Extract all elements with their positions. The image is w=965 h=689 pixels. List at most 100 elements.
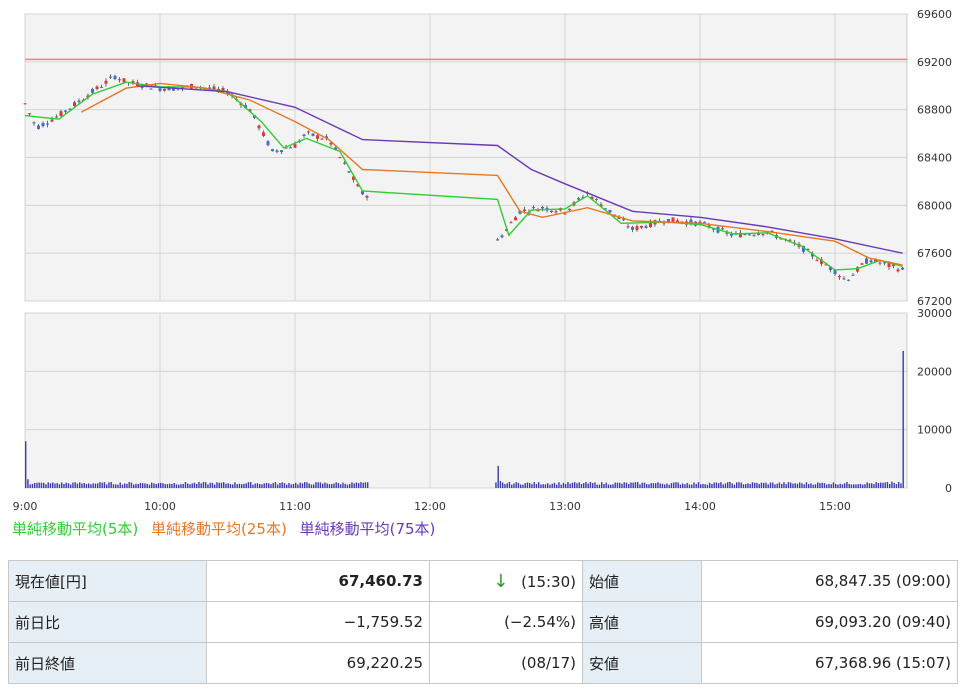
volume-bar	[803, 484, 805, 488]
volume-bar	[844, 483, 846, 488]
volume-bar	[349, 484, 351, 488]
candle-body	[608, 209, 612, 213]
volume-bar	[142, 483, 144, 488]
volume-bar	[727, 482, 729, 488]
prev-close-label: 前日終値	[8, 642, 207, 684]
volume-bar	[810, 483, 812, 488]
volume-bar	[259, 484, 261, 488]
volume-bar	[670, 483, 673, 488]
volume-bar	[749, 483, 751, 488]
volume-bar	[846, 482, 848, 488]
volume-bar	[308, 483, 310, 488]
volume-bar	[605, 482, 607, 488]
volume-bar	[211, 482, 214, 488]
volume-bar	[799, 482, 801, 488]
volume-bar	[299, 482, 301, 488]
down-arrow-icon: ↓	[493, 570, 509, 592]
volume-bar	[686, 483, 688, 488]
volume-bar	[589, 482, 592, 488]
volume-bar	[668, 484, 670, 488]
volume-bar	[29, 484, 31, 488]
volume-bar	[830, 484, 832, 488]
candle-body	[644, 226, 648, 228]
table-row: 前日終値 69,220.25 (08/17) 安値 67,368.96 (15:…	[8, 642, 958, 684]
volume-bar	[223, 482, 225, 488]
volume-bar	[578, 482, 580, 488]
candle-body	[838, 276, 841, 278]
volume-bar	[90, 484, 92, 488]
volume-bar	[36, 482, 38, 488]
volume-bar	[580, 484, 583, 488]
volume-bar	[659, 483, 661, 488]
candle-body	[640, 225, 643, 228]
volume-bar	[637, 482, 639, 488]
candle-body	[635, 226, 639, 230]
low-label: 安値	[582, 642, 702, 684]
volume-bar	[281, 482, 283, 488]
volume-bar	[205, 482, 207, 488]
volume-bar	[144, 483, 146, 488]
volume-bar	[38, 482, 40, 488]
candle-body	[901, 267, 904, 270]
volume-bar	[677, 482, 679, 488]
candle-body	[896, 269, 900, 272]
volume-bar	[821, 482, 823, 488]
volume-bar	[97, 483, 99, 488]
candle-body	[743, 234, 747, 236]
candle-body	[631, 227, 634, 230]
candle-body	[104, 80, 108, 84]
volume-bar	[137, 483, 139, 488]
volume-bar	[252, 484, 254, 488]
volume-bar	[569, 483, 571, 488]
volume-bar	[760, 482, 763, 488]
volume-bar	[812, 484, 814, 488]
volume-bar	[560, 484, 562, 488]
volume-bar	[533, 482, 535, 488]
volume-bar	[542, 484, 544, 488]
volume-bar	[556, 484, 558, 488]
candle-body	[289, 147, 292, 149]
candle-body	[55, 116, 58, 118]
volume-bar	[517, 482, 520, 488]
volume-bar	[322, 483, 324, 488]
volume-bar	[700, 484, 702, 488]
volume-bar	[808, 484, 810, 488]
candle-body	[833, 270, 837, 275]
volume-bar	[229, 484, 232, 488]
volume-bar	[598, 484, 601, 488]
candle-body	[721, 228, 724, 230]
volume-bar	[241, 484, 243, 488]
high-value: 69,093.20 (09:40)	[701, 601, 958, 643]
volume-bar	[873, 484, 875, 488]
volume-bar	[684, 484, 686, 488]
volume-bar	[623, 482, 625, 488]
change-percent: (−2.54%)	[429, 601, 583, 643]
candle-body	[509, 222, 513, 224]
volume-bar	[103, 482, 106, 488]
volume-bar	[214, 484, 216, 488]
volume-bar	[331, 484, 333, 488]
volume-bar	[850, 484, 853, 488]
prev-close-date: (08/17)	[429, 642, 583, 684]
volume-bar	[864, 484, 866, 488]
volume-bar	[524, 483, 526, 488]
volume-bar	[675, 482, 677, 488]
volume-bar	[108, 482, 110, 488]
volume-bar	[540, 484, 542, 488]
volume-bar	[900, 483, 902, 488]
volume-bar	[751, 482, 754, 488]
candle-body	[532, 207, 535, 209]
volume-bar	[153, 483, 155, 488]
volume-bar	[61, 482, 63, 488]
volume-bar	[612, 484, 614, 488]
volume-bar	[747, 483, 749, 488]
volume-bar	[225, 483, 227, 488]
volume-bar	[630, 482, 632, 488]
volume-bar	[119, 482, 121, 488]
volume-bar	[81, 483, 83, 488]
candle-body	[28, 113, 31, 115]
volume-bar	[765, 482, 767, 488]
candle-body	[109, 76, 112, 78]
volume-bar	[778, 482, 781, 488]
candle-body	[122, 78, 126, 83]
